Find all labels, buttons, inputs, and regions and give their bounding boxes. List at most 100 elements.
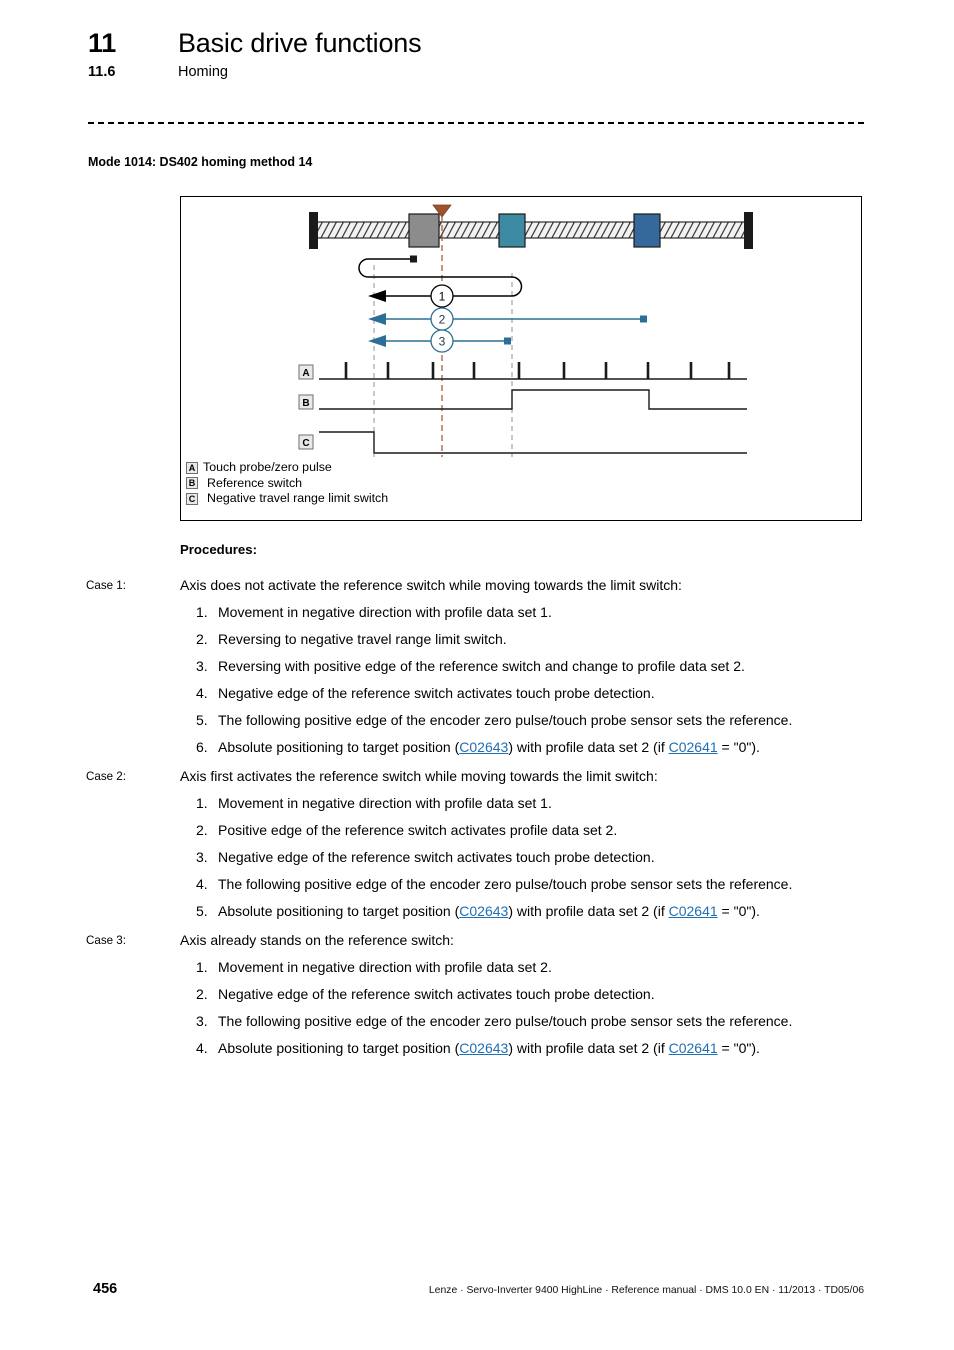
signal-b-label: B <box>302 398 309 409</box>
case-step: 1. Movement in negative direction with pr… <box>196 790 894 817</box>
procedures-title: Procedures: <box>180 542 257 557</box>
case-step-text: Positive edge of the reference switch ac… <box>218 822 618 838</box>
case-step: 3. Negative edge of the reference switch … <box>196 844 894 871</box>
link-c02641[interactable]: C02641 <box>669 1040 718 1056</box>
case-step-number: 1. <box>196 604 208 620</box>
signal-a-label: A <box>302 368 309 379</box>
legend-key-a-icon: A <box>186 461 198 474</box>
case-heading: Axis already stands on the reference swi… <box>180 932 454 948</box>
carriage-block <box>408 213 440 248</box>
case-step-text: Absolute positioning to target position … <box>218 739 760 755</box>
case-step: 4. Absolute positioning to target positio… <box>196 1035 894 1062</box>
link-c02641[interactable]: C02641 <box>669 903 718 919</box>
case-step: 1. Movement in negative direction with pr… <box>196 599 894 626</box>
case-block: Case 1: Axis does not activate the refere… <box>0 572 954 761</box>
footer-text: Lenze · Servo-Inverter 9400 HighLine · R… <box>428 1285 864 1296</box>
case-step-number: 1. <box>196 959 208 975</box>
chapter-number: 11 <box>88 28 116 58</box>
section-number: 11.6 <box>88 64 116 80</box>
case-step-text: Movement in negative direction with prof… <box>218 959 552 975</box>
case-step-number: 4. <box>196 1040 208 1056</box>
axis-rail <box>315 221 747 239</box>
case-heading: Axis first activates the reference switc… <box>180 768 658 784</box>
case-step-text: Reversing to negative travel range limit… <box>218 631 507 647</box>
case-step-number: 5. <box>196 903 208 919</box>
legend-item-a: A Touch probe/zero pulse <box>186 460 388 476</box>
case-step-text: Absolute positioning to target position … <box>218 1040 760 1056</box>
legend-text-b: Reference switch <box>207 475 303 490</box>
case-block: Case 3: Axis already stands on the refere… <box>0 927 954 1062</box>
motion-path-1: 1 <box>358 255 523 308</box>
legend-item-c: C Negative travel range limit switch <box>186 491 388 507</box>
page: 11 Basic drive functions 11.6 Homing Mod… <box>0 0 954 1350</box>
link-c02643[interactable]: C02643 <box>459 1040 508 1056</box>
case-step: 2. Positive edge of the reference switch … <box>196 817 894 844</box>
case-step: 4. Negative edge of the reference switch … <box>196 680 894 707</box>
case-step: 4. The following positive edge of the enc… <box>196 871 894 898</box>
legend-text-c: Negative travel range limit switch <box>207 491 389 506</box>
case-step-text: Movement in negative direction with prof… <box>218 604 552 620</box>
signal-trace-c: C <box>298 431 747 454</box>
case-step-number: 2. <box>196 822 208 838</box>
travel-limit-block <box>633 213 661 248</box>
case-label: Case 3: <box>86 934 126 947</box>
legend-item-b: B Reference switch <box>186 476 388 492</box>
case-step-number: 1. <box>196 795 208 811</box>
page-number: 456 <box>93 1281 118 1297</box>
chapter-title: Basic drive functions <box>178 28 422 58</box>
motion-path-1-number: 1 <box>439 290 446 304</box>
case-step-text: Negative edge of the reference switch ac… <box>218 685 655 701</box>
link-c02641[interactable]: C02641 <box>669 739 718 755</box>
legend-text-a: Touch probe/zero pulse <box>203 460 332 474</box>
case-step-number: 4. <box>196 876 208 892</box>
rail-end-right <box>744 212 753 249</box>
legend-key-b-icon: B <box>186 477 198 490</box>
case-step-text: The following positive edge of the encod… <box>218 876 793 892</box>
case-label: Case 2: <box>86 770 126 783</box>
rail-end-left <box>309 212 318 249</box>
case-step-number: 2. <box>196 986 208 1002</box>
case-step-list: 1. Movement in negative direction with pr… <box>0 790 954 925</box>
case-step-text: Reversing with positive edge of the refe… <box>218 658 745 674</box>
link-c02643[interactable]: C02643 <box>459 903 508 919</box>
motion-path-2: 2 <box>368 307 647 331</box>
case-step-text: Absolute positioning to target position … <box>218 903 760 919</box>
motion-path-3-number: 3 <box>439 335 446 349</box>
figure-legend: A Touch probe/zero pulse B Reference swi… <box>186 460 388 507</box>
case-step: 6. Absolute positioning to target positio… <box>196 734 894 761</box>
case-label: Case 1: <box>86 579 126 592</box>
motion-path-3: 3 <box>368 329 511 353</box>
case-step: 2. Negative edge of the reference switch … <box>196 981 894 1008</box>
signal-trace-b: B <box>298 389 747 410</box>
case-step-text: Negative edge of the reference switch ac… <box>218 986 655 1002</box>
case-step: 3. The following positive edge of the enc… <box>196 1008 894 1035</box>
case-step-list: 1. Movement in negative direction with pr… <box>0 954 954 1062</box>
case-step: 5. The following positive edge of the enc… <box>196 707 894 734</box>
legend-key-c-icon: C <box>186 492 198 505</box>
case-step: 3. Reversing with positive edge of the re… <box>196 653 894 680</box>
case-step-number: 3. <box>196 1013 208 1029</box>
case-step-text: Negative edge of the reference switch ac… <box>218 849 655 865</box>
case-step-list: 1. Movement in negative direction with pr… <box>0 599 954 761</box>
case-step-number: 3. <box>196 658 208 674</box>
case-step: 1. Movement in negative direction with pr… <box>196 954 894 981</box>
link-c02643[interactable]: C02643 <box>459 739 508 755</box>
case-heading: Axis does not activate the reference swi… <box>180 577 682 593</box>
signal-trace-a: A <box>298 362 747 380</box>
header-divider <box>88 122 864 124</box>
case-step-text: The following positive edge of the encod… <box>218 1013 793 1029</box>
reference-switch-block <box>498 213 526 248</box>
motion-path-2-number: 2 <box>439 313 446 327</box>
signal-c-label: C <box>302 438 309 449</box>
case-step-number: 4. <box>196 685 208 701</box>
procedures-cases: Case 1: Axis does not activate the refere… <box>0 572 954 1064</box>
case-step-number: 5. <box>196 712 208 728</box>
case-block: Case 2: Axis first activates the referenc… <box>0 763 954 925</box>
case-step-text: The following positive edge of the encod… <box>218 712 793 728</box>
case-step: 5. Absolute positioning to target positio… <box>196 898 894 925</box>
case-step-number: 6. <box>196 739 208 755</box>
section-title: Homing <box>178 64 228 80</box>
case-step-number: 3. <box>196 849 208 865</box>
case-step-number: 2. <box>196 631 208 647</box>
case-step-text: Movement in negative direction with prof… <box>218 795 552 811</box>
